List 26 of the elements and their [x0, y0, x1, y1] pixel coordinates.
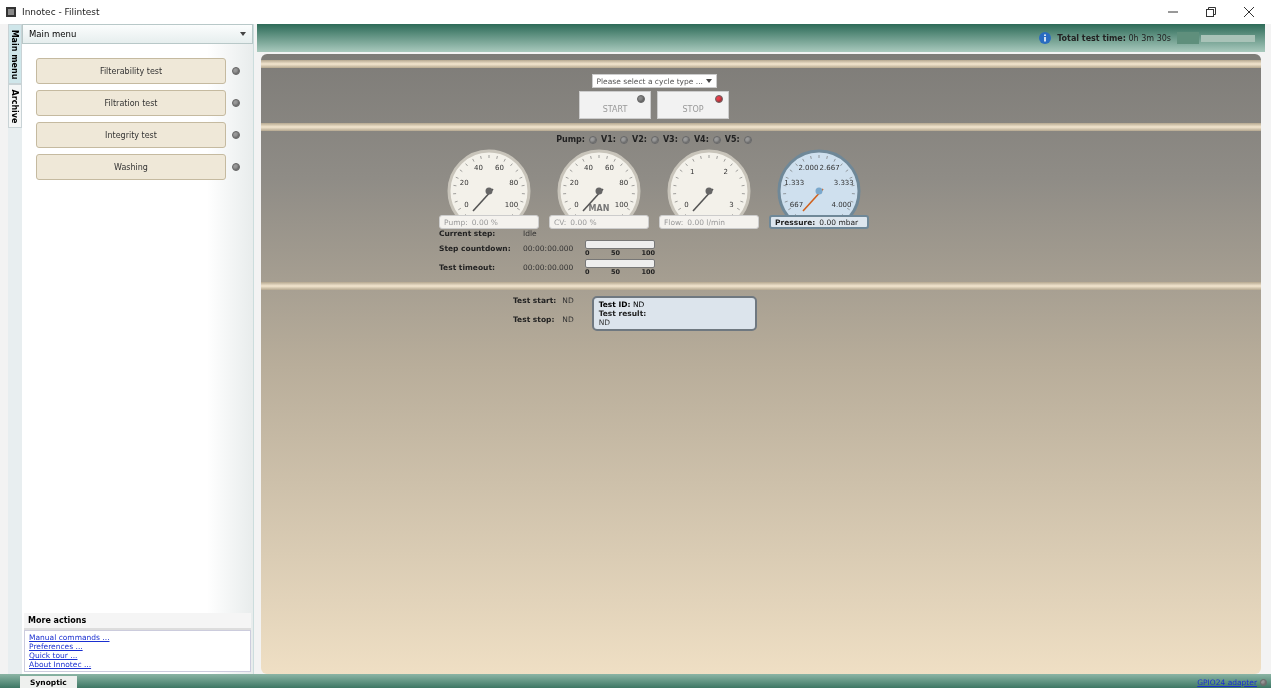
output-label: V1:: [601, 135, 616, 144]
gauge-needle: [692, 187, 714, 212]
mode-label: MAN: [588, 204, 610, 213]
window-title: Innotec - Filintest: [22, 7, 101, 17]
output-label: Pump:: [556, 135, 585, 144]
caret-icon: [240, 32, 246, 36]
caret-icon: [705, 79, 712, 83]
output-label: V3:: [662, 135, 678, 144]
menu-dropdown[interactable]: Main menu: [22, 24, 253, 44]
menu-button[interactable]: Filtration test: [36, 90, 226, 116]
output-label: V2:: [631, 135, 647, 144]
output-label: V5:: [724, 135, 740, 144]
gauge-needle: [472, 187, 494, 212]
restore-icon: [1206, 7, 1216, 17]
side-tab[interactable]: Archive: [8, 84, 22, 128]
total-time: Total test time: 0h 3m 30s: [1057, 33, 1171, 43]
section-heading: More actions: [24, 613, 251, 630]
app-icon: [6, 7, 16, 17]
output-label: V4:: [693, 135, 709, 144]
close-icon: [1244, 7, 1254, 17]
side-tab[interactable]: Main menu: [8, 24, 22, 84]
menu-button[interactable]: Washing: [36, 154, 226, 180]
info-icon: [1039, 32, 1052, 44]
menu-button[interactable]: Integrity test: [36, 122, 226, 148]
menu-button[interactable]: Filterability test: [36, 58, 226, 84]
gauge-needle: [802, 187, 824, 212]
